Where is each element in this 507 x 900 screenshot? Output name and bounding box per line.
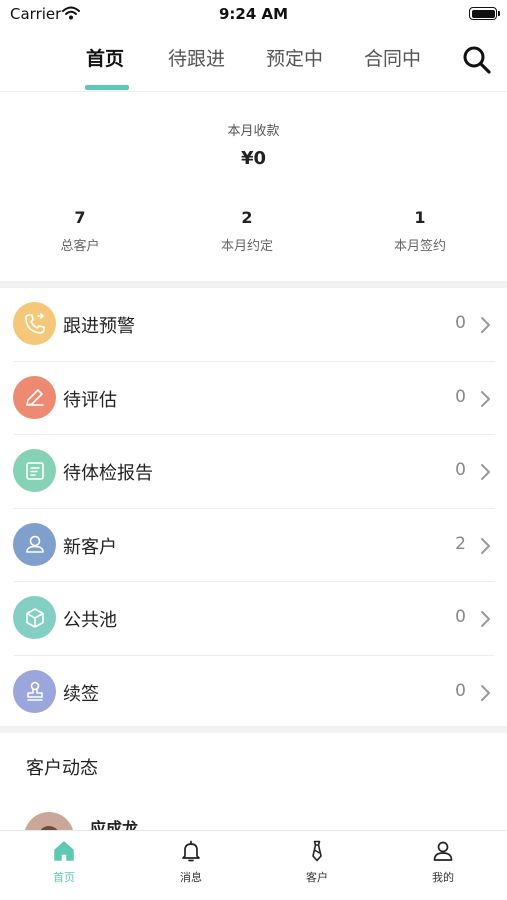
list-item-renewal[interactable]: 续签 0 <box>0 656 507 730</box>
bottom-tab-label: 首页 <box>53 871 75 884</box>
list-item-pending-medical-report[interactable]: 待体检报告 0 <box>0 435 507 509</box>
bottom-tab-home[interactable]: 首页 <box>24 839 104 885</box>
customer-activity-section: 客户动态 应成龙 <box>0 733 507 833</box>
list-item-count: 0 <box>455 680 466 701</box>
status-time: 9:24 AM <box>218 5 289 23</box>
top-tab-bar: 首页 待跟进 预定中 合同中 <box>0 30 507 92</box>
list-item-label: 续签 <box>63 683 99 705</box>
bottom-tab-label: 我的 <box>432 871 454 884</box>
list-item-label: 公共池 <box>63 610 117 631</box>
list-item-pending-assessment[interactable]: 待评估 0 <box>0 362 507 435</box>
home-icon <box>54 841 74 861</box>
list-item-count: 2 <box>455 533 466 554</box>
chevron-right-icon <box>481 317 490 333</box>
bottom-tab-label: 消息 <box>180 871 202 884</box>
user-icon <box>433 841 453 861</box>
chevron-right-icon <box>481 611 490 627</box>
list-item-label: 跟进预警 <box>63 316 135 337</box>
pencil-icon <box>13 375 56 419</box>
stat-label: 本月约定 <box>220 239 273 254</box>
list-item-new-customers[interactable]: 新客户 2 <box>0 509 507 582</box>
tab-reserved[interactable]: 预定中 <box>266 44 323 71</box>
bottom-tab-bar: 首页 消息 客户 我的 <box>0 830 507 900</box>
list-item-label: 待评估 <box>63 389 117 411</box>
chevron-right-icon <box>481 390 490 407</box>
report-icon <box>13 449 56 492</box>
search-button[interactable] <box>461 44 493 76</box>
bottom-tab-profile[interactable]: 我的 <box>403 839 483 885</box>
list-item-follow-up-warning[interactable]: 跟进预警 0 <box>0 288 507 362</box>
stat-value: 2 <box>241 208 253 227</box>
tab-pending-follow-up[interactable]: 待跟进 <box>168 44 225 71</box>
monthly-summary: 本月收款 ¥0 7 总客户 2 本月约定 1 本月签约 <box>0 93 507 281</box>
revenue-label: 本月收款 <box>227 124 280 139</box>
stat-label: 本月签约 <box>393 239 446 254</box>
revenue-value: ¥0 <box>240 148 267 169</box>
stat-value: 7 <box>74 208 86 227</box>
section-title: 客户动态 <box>26 758 98 779</box>
stat-monthly-appointments[interactable]: 2 本月约定 <box>177 208 317 254</box>
task-list: 跟进预警 0 待评估 0 待体检报告 0 新客户 2 公共池 0 续签 0 <box>0 288 507 729</box>
person-icon <box>13 522 56 566</box>
section-divider <box>0 726 507 733</box>
stat-label: 总客户 <box>60 239 100 254</box>
list-item-label: 新客户 <box>63 536 117 558</box>
status-bar: Carrier 9:24 AM <box>0 0 507 30</box>
list-item-public-pool[interactable]: 公共池 0 <box>0 582 507 656</box>
section-divider <box>0 281 507 288</box>
bottom-tab-customers[interactable]: 客户 <box>277 839 357 885</box>
stat-value: 1 <box>414 208 426 227</box>
list-item-label: 待体检报告 <box>63 463 153 484</box>
tab-home[interactable]: 首页 <box>86 44 124 71</box>
chevron-right-icon <box>481 537 490 554</box>
stamp-icon <box>13 669 56 713</box>
battery-icon <box>469 7 500 20</box>
phone-icon <box>13 302 56 345</box>
active-tab-indicator <box>85 85 129 90</box>
bottom-tab-messages[interactable]: 消息 <box>151 839 231 885</box>
box-icon <box>13 596 56 639</box>
stat-monthly-signings[interactable]: 1 本月签约 <box>350 208 490 254</box>
chevron-right-icon <box>481 464 490 480</box>
list-item-count: 0 <box>455 313 466 333</box>
tab-in-contract[interactable]: 合同中 <box>364 44 421 71</box>
list-item-count: 0 <box>455 386 466 407</box>
tie-icon <box>312 840 322 862</box>
list-item-count: 0 <box>455 607 466 627</box>
bottom-tab-label: 客户 <box>306 871 328 884</box>
chevron-right-icon <box>481 684 490 701</box>
stat-total-customers[interactable]: 7 总客户 <box>10 208 150 254</box>
list-item-count: 0 <box>455 460 466 480</box>
search-icon <box>463 46 491 74</box>
bell-icon <box>182 840 200 862</box>
